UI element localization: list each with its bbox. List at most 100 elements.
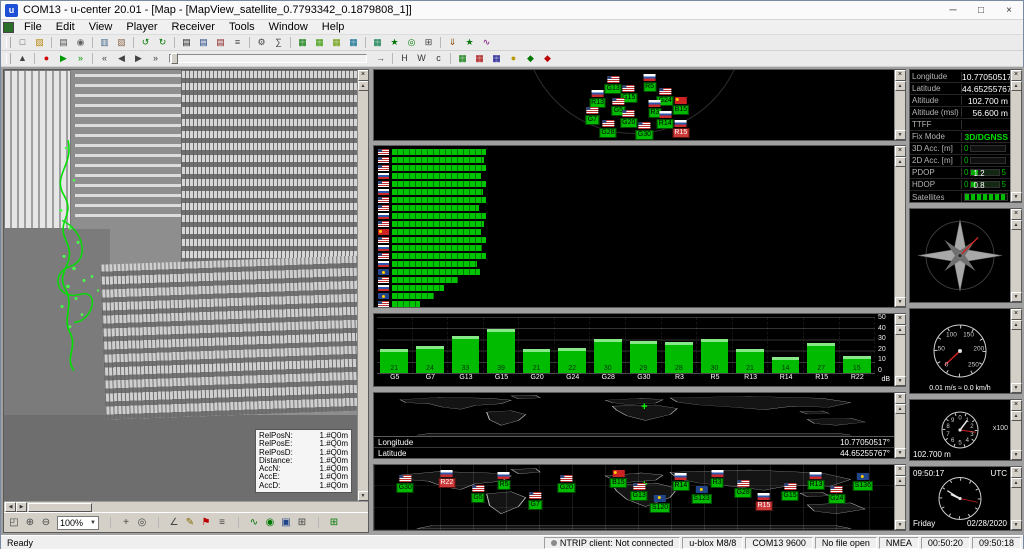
warmstart-button[interactable]: W bbox=[413, 52, 430, 66]
close-icon[interactable]: × bbox=[895, 465, 906, 476]
separator[interactable] bbox=[447, 52, 454, 66]
close-button[interactable]: × bbox=[995, 1, 1023, 19]
marker-icon[interactable]: ⚑ bbox=[198, 515, 214, 531]
toolbar-grip[interactable] bbox=[6, 53, 11, 64]
scroll-up-icon[interactable]: ▲ bbox=[358, 81, 369, 91]
show-track-icon[interactable]: ∿ bbox=[246, 515, 262, 531]
scroll-up-icon[interactable]: ▲ bbox=[895, 81, 906, 91]
separator[interactable] bbox=[310, 515, 326, 531]
scroll-track[interactable] bbox=[1011, 421, 1022, 450]
hotstart-button[interactable]: H bbox=[396, 52, 413, 66]
menu-item[interactable]: File bbox=[17, 20, 49, 34]
scroll-down-icon[interactable]: ▼ bbox=[1011, 450, 1022, 460]
close-icon[interactable]: × bbox=[1011, 70, 1022, 81]
eject-button[interactable]: ▲ bbox=[14, 52, 31, 66]
playback-position-slider[interactable] bbox=[169, 54, 367, 63]
minimize-button[interactable]: ─ bbox=[939, 1, 967, 19]
separator[interactable] bbox=[31, 52, 38, 66]
pan-icon[interactable]: + bbox=[118, 515, 134, 531]
separator[interactable] bbox=[130, 36, 137, 50]
scroll-down-icon[interactable]: ▼ bbox=[1011, 383, 1022, 393]
menu-item[interactable]: Receiver bbox=[165, 20, 222, 34]
step-back-button[interactable]: ◀ bbox=[113, 52, 130, 66]
draw-icon[interactable]: ✎ bbox=[182, 515, 198, 531]
scroll-track[interactable] bbox=[895, 167, 906, 297]
scroll-track[interactable] bbox=[895, 486, 906, 520]
save-map-icon[interactable]: ▣ bbox=[278, 515, 294, 531]
scroll-down-icon[interactable]: ▼ bbox=[895, 520, 906, 530]
maximize-button[interactable]: □ bbox=[967, 1, 995, 19]
scroll-up-icon[interactable]: ▲ bbox=[895, 404, 906, 414]
log-file-icon[interactable]: ▦ bbox=[488, 52, 505, 66]
close-icon[interactable]: × bbox=[1011, 209, 1022, 220]
separator[interactable] bbox=[389, 52, 396, 66]
close-icon[interactable]: × bbox=[895, 146, 906, 157]
screenshot-icon[interactable]: ◉ bbox=[72, 36, 89, 50]
scroll-down-icon[interactable]: ▼ bbox=[895, 130, 906, 140]
separator[interactable] bbox=[362, 36, 369, 50]
deviation-map-icon[interactable]: ◎ bbox=[403, 36, 420, 50]
jump-end-button[interactable]: » bbox=[147, 52, 164, 66]
alarm-icon[interactable]: ◆ bbox=[539, 52, 556, 66]
scroll-down-icon[interactable]: ▼ bbox=[895, 376, 906, 386]
coldstart-button[interactable]: c bbox=[430, 52, 447, 66]
layers-icon[interactable]: ≡ bbox=[214, 515, 230, 531]
menu-item[interactable]: Window bbox=[262, 20, 315, 34]
balloon-icon[interactable]: ● bbox=[505, 52, 522, 66]
separator[interactable] bbox=[437, 36, 444, 50]
undo-icon[interactable]: ↺ bbox=[137, 36, 154, 50]
play-button[interactable]: ▶ bbox=[55, 52, 72, 66]
scroll-up-icon[interactable]: ▲ bbox=[1011, 81, 1022, 91]
scroll-down-icon[interactable]: ▼ bbox=[358, 491, 369, 501]
chart-view-icon[interactable]: ▦ bbox=[311, 36, 328, 50]
scroll-track[interactable] bbox=[1011, 488, 1022, 520]
scroll-up-icon[interactable]: ▲ bbox=[1011, 411, 1022, 421]
scroll-down-icon[interactable]: ▼ bbox=[1011, 192, 1022, 202]
toolbar-grip[interactable] bbox=[6, 37, 11, 48]
ntrip-client-icon[interactable]: ★ bbox=[461, 36, 478, 50]
close-icon[interactable]: × bbox=[1011, 467, 1022, 478]
packet-console-icon[interactable]: ▤ bbox=[195, 36, 212, 50]
sensor-view-icon[interactable]: ∿ bbox=[478, 36, 495, 50]
scroll-track[interactable] bbox=[895, 414, 906, 448]
open-file-icon[interactable]: ▨ bbox=[31, 36, 48, 50]
scroll-left-icon[interactable]: ◀ bbox=[5, 502, 16, 512]
scroll-down-icon[interactable]: ▼ bbox=[1011, 520, 1022, 530]
menu-item[interactable]: View bbox=[82, 20, 120, 34]
scroll-right-icon[interactable]: ▶ bbox=[16, 502, 27, 512]
scroll-down-icon[interactable]: ▼ bbox=[895, 448, 906, 458]
step-forward-button[interactable]: ▶ bbox=[130, 52, 147, 66]
close-icon[interactable]: × bbox=[1011, 400, 1022, 411]
scroll-track[interactable] bbox=[895, 91, 906, 130]
slider-thumb[interactable] bbox=[171, 53, 178, 64]
docking-windows-icon[interactable]: ⊞ bbox=[420, 36, 437, 50]
zoom-level-select[interactable]: 100% ▼ bbox=[57, 516, 99, 530]
copy-icon[interactable]: ▥ bbox=[96, 36, 113, 50]
scroll-down-icon[interactable]: ▼ bbox=[1011, 292, 1022, 302]
center-position-icon[interactable]: ◎ bbox=[134, 515, 150, 531]
close-icon[interactable]: × bbox=[895, 393, 906, 404]
separator[interactable] bbox=[89, 36, 96, 50]
new-file-icon[interactable]: □ bbox=[14, 36, 31, 50]
scroll-up-icon[interactable]: ▲ bbox=[1011, 320, 1022, 330]
binary-console-icon[interactable]: ▤ bbox=[212, 36, 229, 50]
fast-play-button[interactable]: » bbox=[72, 52, 89, 66]
close-icon[interactable]: × bbox=[358, 70, 369, 81]
close-icon[interactable]: × bbox=[895, 70, 906, 81]
firmware-update-icon[interactable]: ⇓ bbox=[444, 36, 461, 50]
paste-icon[interactable]: ▧ bbox=[113, 36, 130, 50]
histogram-view-icon[interactable]: ▦ bbox=[328, 36, 345, 50]
zoom-in-icon[interactable]: ⊕ bbox=[22, 515, 38, 531]
map-view-icon[interactable]: ▦ bbox=[369, 36, 386, 50]
event-marker-icon[interactable]: ◆ bbox=[522, 52, 539, 66]
separator[interactable] bbox=[287, 36, 294, 50]
separator[interactable] bbox=[89, 52, 96, 66]
scroll-track[interactable] bbox=[1011, 330, 1022, 383]
text-console-icon[interactable]: ▤ bbox=[178, 36, 195, 50]
scroll-track[interactable] bbox=[1011, 91, 1022, 192]
scroll-track[interactable] bbox=[895, 335, 906, 376]
log-stop-icon[interactable]: ▦ bbox=[471, 52, 488, 66]
scroll-thumb[interactable] bbox=[28, 503, 92, 512]
menu-item[interactable]: Player bbox=[119, 20, 164, 34]
scroll-up-icon[interactable]: ▲ bbox=[895, 157, 906, 167]
